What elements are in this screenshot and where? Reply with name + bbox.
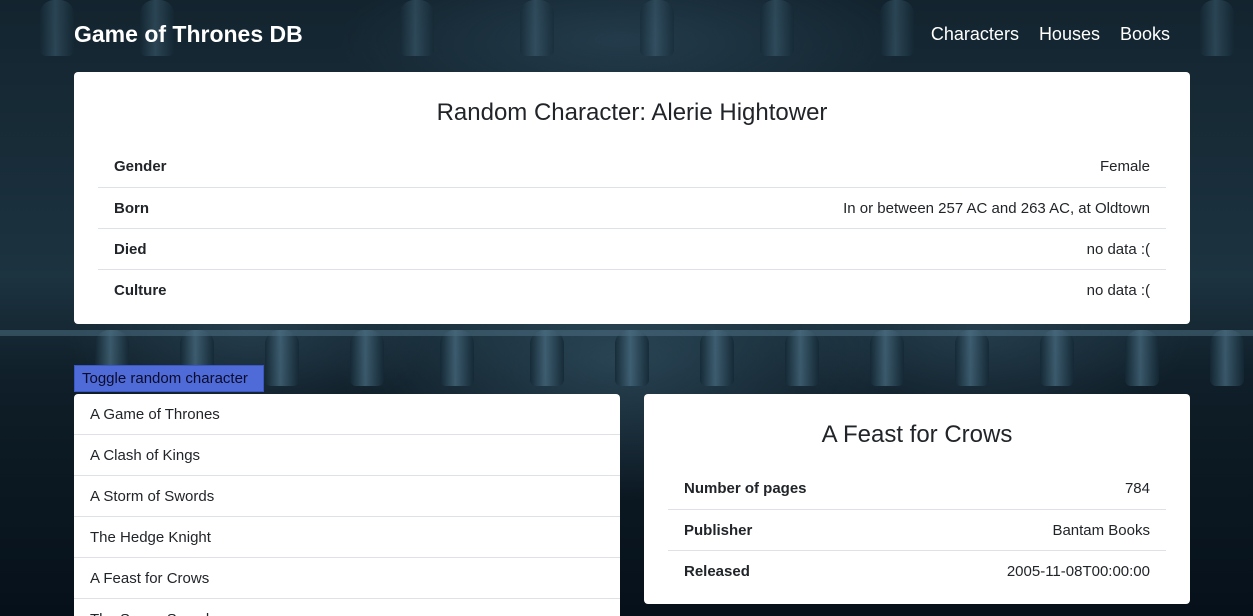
detail-term: Died	[114, 240, 147, 258]
brand-logo[interactable]: Game of Thrones DB	[74, 21, 303, 48]
detail-row-gender: Gender Female	[98, 146, 1166, 187]
detail-row-culture: Culture no data :(	[98, 269, 1166, 310]
list-item[interactable]: A Game of Thrones	[74, 394, 620, 435]
detail-term: Gender	[114, 158, 167, 175]
detail-row-died: Died no data :(	[98, 228, 1166, 269]
detail-row-born: Born In or between 257 AC and 263 AC, at…	[98, 187, 1166, 228]
nav-link-books[interactable]: Books	[1120, 24, 1170, 45]
character-details: Gender Female Born In or between 257 AC …	[98, 146, 1166, 310]
detail-value: no data :(	[1086, 281, 1150, 299]
detail-value: no data :(	[1086, 240, 1150, 258]
book-details: Number of pages 784 Publisher Bantam Boo…	[668, 468, 1166, 591]
nav-links: Characters Houses Books	[931, 24, 1190, 45]
list-item[interactable]: The Hedge Knight	[74, 517, 620, 558]
list-item[interactable]: A Clash of Kings	[74, 435, 620, 476]
list-item[interactable]: A Feast for Crows	[74, 558, 620, 599]
toggle-random-character-button[interactable]: Toggle random character	[74, 365, 264, 392]
detail-value: 784	[1124, 480, 1150, 497]
book-list: A Game of Thrones A Clash of Kings A Sto…	[74, 394, 620, 616]
book-title: A Feast for Crows	[821, 421, 1013, 448]
detail-term: Publisher	[684, 521, 753, 539]
random-character-card: Random Character: Alerie Hightower Gende…	[74, 72, 1190, 324]
detail-term: Culture	[114, 281, 167, 299]
navbar: Game of Thrones DB Characters Houses Boo…	[74, 0, 1190, 68]
detail-row-released: Released 2005-11-08T00:00:00	[668, 550, 1166, 591]
detail-value: Female	[1099, 158, 1150, 175]
detail-value: Bantam Books	[1052, 521, 1150, 539]
random-character-title: Random Character: Alerie Hightower	[436, 99, 828, 126]
detail-row-pages: Number of pages 784	[668, 468, 1166, 509]
nav-link-houses[interactable]: Houses	[1039, 24, 1100, 45]
detail-value: 2005-11-08T00:00:00	[1006, 562, 1150, 580]
detail-value: In or between 257 AC and 263 AC, at Oldt…	[843, 199, 1150, 217]
list-item[interactable]: The Sworn Sword	[74, 599, 620, 616]
detail-term: Born	[114, 199, 149, 217]
book-details-card: A Feast for Crows Number of pages 784 Pu…	[644, 394, 1190, 604]
list-item[interactable]: A Storm of Swords	[74, 476, 620, 517]
detail-row-publisher: Publisher Bantam Books	[668, 509, 1166, 550]
detail-term: Number of pages	[684, 480, 807, 497]
detail-term: Released	[684, 562, 750, 580]
nav-link-characters[interactable]: Characters	[931, 24, 1019, 45]
